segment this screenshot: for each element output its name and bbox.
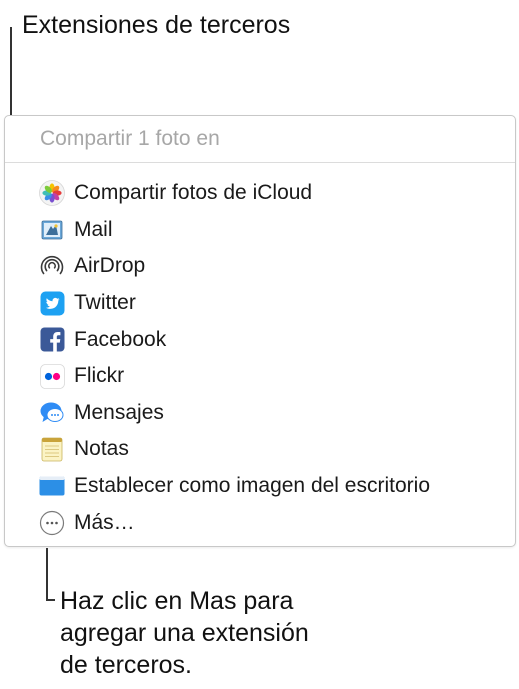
share-menu-list: Compartir fotos de iCloud Mail AirDrop T… (5, 175, 515, 541)
share-item-label: Twitter (74, 291, 136, 315)
desktop-picture-icon (39, 473, 65, 499)
share-item-label: Notas (74, 437, 129, 461)
share-item-label: Mail (74, 217, 113, 241)
share-item-set-desktop-picture[interactable]: Establecer como imagen del escritorio (5, 468, 515, 505)
share-menu-header: Compartir 1 foto en (5, 116, 515, 163)
share-item-more[interactable]: Más… (5, 504, 515, 541)
share-item-label: AirDrop (74, 254, 146, 278)
notes-icon (39, 436, 65, 462)
mail-icon (39, 217, 65, 243)
icloud-photos-icon (39, 180, 65, 207)
share-item-label: Facebook (74, 327, 167, 351)
share-item-mail[interactable]: Mail (5, 212, 515, 249)
more-icon (39, 510, 65, 536)
share-item-notes[interactable]: Notas (5, 431, 515, 468)
share-item-label: Más… (74, 510, 135, 534)
share-item-label: Mensajes (74, 400, 164, 424)
share-item-airdrop[interactable]: AirDrop (5, 248, 515, 285)
share-item-flickr[interactable]: Flickr (5, 358, 515, 395)
share-item-label: Flickr (74, 364, 125, 388)
callout-more-instructions: Haz clic en Mas para agregar una extensi… (60, 587, 309, 679)
share-item-facebook[interactable]: Facebook (5, 321, 515, 358)
flickr-icon (39, 363, 65, 389)
airdrop-icon (39, 253, 65, 279)
twitter-icon (39, 290, 65, 316)
share-menu: Compartir 1 foto en Compartir fotos de i… (4, 115, 516, 547)
callout-leader-tick-more (46, 599, 55, 601)
callout-leader-line-more (46, 548, 48, 600)
share-item-twitter[interactable]: Twitter (5, 285, 515, 322)
callout-third-party-extensions: Extensiones de terceros (22, 11, 291, 39)
share-item-label: Compartir fotos de iCloud (74, 181, 313, 205)
share-item-label: Establecer como imagen del escritorio (74, 474, 430, 498)
share-item-icloud-photos[interactable]: Compartir fotos de iCloud (5, 175, 515, 212)
share-item-messages[interactable]: Mensajes (5, 395, 515, 432)
messages-icon (39, 400, 65, 426)
facebook-icon (39, 327, 65, 353)
